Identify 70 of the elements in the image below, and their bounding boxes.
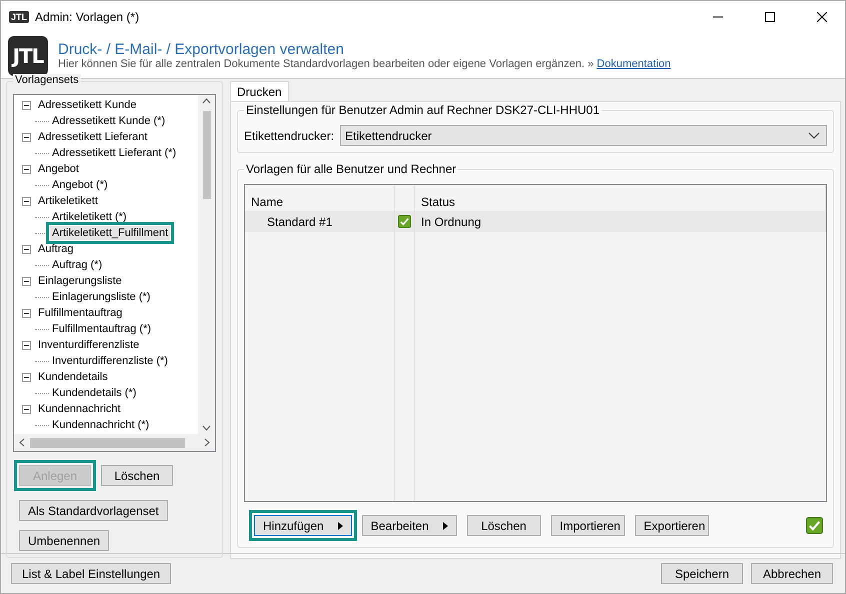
dialog-button[interactable]: Abbrechen [751, 563, 833, 584]
tree-item[interactable]: Adressetikett Lieferant (*) [50, 146, 178, 160]
table-row[interactable]: Standard #1 In Ordnung [245, 211, 826, 232]
collapse-icon[interactable] [22, 196, 31, 206]
group-title: Vorlagensets [13, 74, 81, 86]
window-title: Admin: Vorlagen (*) [35, 10, 140, 24]
caret-icon [338, 522, 343, 530]
page-title: Druck- / E-Mail- / Exportvorlagen verwalten [58, 41, 345, 58]
scrollbar-thumb[interactable] [202, 111, 210, 199]
horizontal-scrollbar[interactable] [14, 434, 215, 451]
tree-item[interactable]: Kundennachricht [36, 402, 123, 416]
tree-item[interactable]: Fulfillmentauftrag [36, 306, 124, 320]
tree-item[interactable]: Inventurdifferenzliste (*) [50, 354, 170, 368]
check-icon [806, 517, 823, 534]
chevron-down-icon [808, 132, 820, 139]
maximize-icon[interactable] [765, 12, 775, 22]
settings-button[interactable]: List & Label Einstellungen [11, 563, 172, 584]
collapse-icon[interactable] [22, 276, 31, 286]
action-button[interactable]: Löschen [466, 515, 541, 536]
tab[interactable]: Drucken [230, 81, 289, 101]
vertical-scrollbar[interactable] [198, 95, 215, 434]
scrollbar-thumb[interactable] [30, 438, 185, 448]
tree-item[interactable]: Einlagerungsliste (*) [50, 290, 152, 304]
tree-item[interactable]: Angebot (*) [50, 178, 110, 192]
collapse-icon[interactable] [22, 164, 31, 174]
tree-item[interactable]: Adressetikett Kunde [36, 98, 138, 112]
collapse-icon[interactable] [22, 132, 31, 142]
documentation-link[interactable]: Dokumentation [596, 58, 671, 70]
scroll-right-icon[interactable] [203, 438, 211, 447]
collapse-icon[interactable] [22, 244, 31, 254]
collapse-icon[interactable] [22, 340, 31, 350]
collapse-icon[interactable] [22, 404, 31, 414]
table-cell: Standard #1 [267, 214, 332, 228]
tree-item[interactable]: Angebot [36, 162, 81, 176]
rename-button[interactable]: Umbenennen [19, 530, 110, 551]
tree-item[interactable]: Fulfillmentauftrag (*) [50, 322, 154, 336]
field-label: Etikettendrucker: [244, 128, 334, 142]
tree-item[interactable]: Auftrag (*) [50, 258, 104, 272]
app-logo: JTL [9, 11, 30, 23]
app-logo: JTL [8, 36, 48, 76]
tree-item[interactable]: Kundendetails (*) [50, 386, 138, 400]
check-icon [398, 215, 411, 228]
tree-item[interactable]: Kundennachricht (*) [50, 418, 152, 432]
set-default-button[interactable]: Als Standardvorlagenset [19, 500, 168, 521]
tree-item[interactable]: Kundendetails [36, 370, 110, 384]
caret-icon [442, 522, 448, 530]
group-title: Vorlagen für alle Benutzer und Rechner [244, 162, 458, 176]
menu-button[interactable]: Bearbeiten [362, 515, 457, 536]
menu-button[interactable]: Hinzufügen [254, 515, 352, 536]
tree-item[interactable]: Inventurdifferenzliste [36, 338, 142, 352]
tree-item[interactable]: Auftrag [36, 242, 76, 256]
page-subtitle: Hier können Sie für alle zentralen Dokumente Standardvorlagen bearbeiten oder eigene Vorlagen ergänzen. » Dokumentation [58, 58, 671, 70]
collapse-icon[interactable] [22, 372, 31, 382]
tree-item[interactable]: Artikeletikett_Fulfillment [50, 226, 170, 240]
table-cell: In Ordnung [421, 214, 482, 228]
set-button[interactable]: Löschen [101, 465, 173, 486]
group-title: Einstellungen für Benutzer Admin auf Rechner DSK27-CLI-HHU01 [244, 103, 602, 117]
tree-item[interactable]: Artikeletikett (*) [50, 210, 129, 224]
dialog-button[interactable]: Speichern [661, 563, 743, 584]
close-icon[interactable] [817, 12, 827, 22]
scroll-left-icon[interactable] [18, 438, 26, 447]
tree-item[interactable]: Artikeletikett [36, 194, 100, 208]
action-button[interactable]: Importieren [550, 515, 625, 536]
tree-item[interactable]: Adressetikett Kunde (*) [50, 114, 168, 128]
tree-item[interactable]: Einlagerungsliste [36, 274, 124, 288]
tree-item[interactable]: Adressetikett Lieferant [36, 130, 150, 144]
collapse-icon[interactable] [22, 308, 31, 318]
collapse-icon[interactable] [22, 100, 31, 110]
printer-dropdown[interactable]: Etikettendrucker [340, 125, 827, 146]
action-button[interactable]: Exportieren [634, 515, 709, 536]
